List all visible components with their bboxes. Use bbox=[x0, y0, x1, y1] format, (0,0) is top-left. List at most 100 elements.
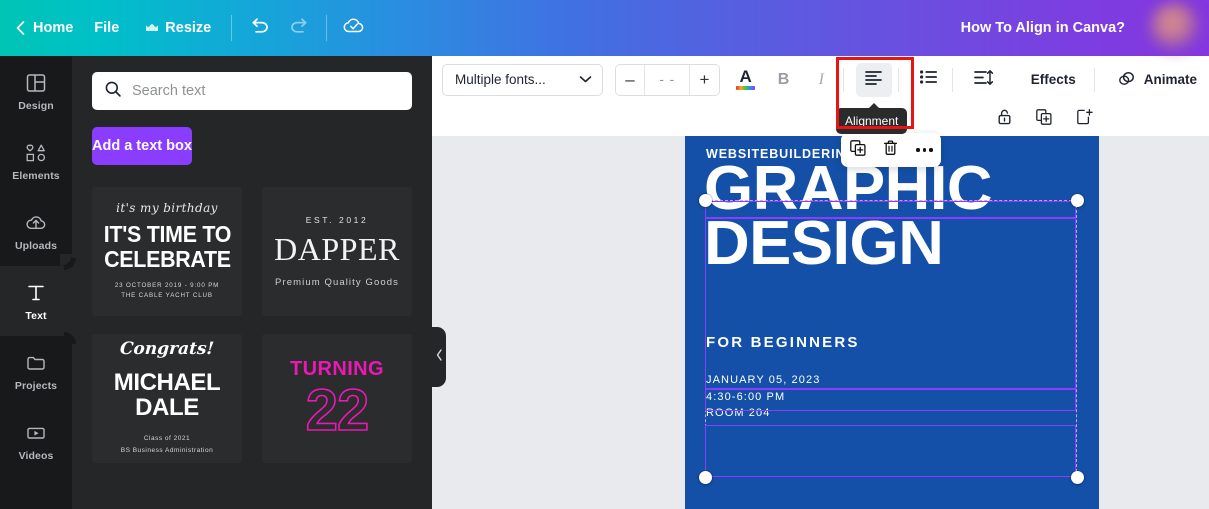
text-color-button[interactable]: A bbox=[730, 63, 762, 97]
video-play-icon bbox=[24, 421, 48, 445]
sidebar-label-design: Design bbox=[18, 100, 54, 112]
duplicate-icon bbox=[849, 139, 867, 162]
alignment-button[interactable] bbox=[856, 63, 892, 97]
font-size-decrease-button[interactable]: – bbox=[616, 65, 645, 95]
template-birthday-celebrate[interactable]: it's my birthday IT'S TIME TO CELEBRATE … bbox=[92, 187, 242, 316]
app-header: Home File Resize bbox=[0, 0, 1209, 56]
poster-detail-date: JANUARY 05, 2023 bbox=[706, 372, 820, 389]
template-footer: Premium Quality Goods bbox=[275, 277, 399, 288]
avatar[interactable] bbox=[1149, 2, 1201, 54]
template-turning-22[interactable]: TURNING 22 bbox=[262, 334, 412, 463]
more-dots-icon bbox=[916, 148, 933, 152]
duplicate-button[interactable] bbox=[845, 137, 871, 163]
folder-icon bbox=[25, 351, 48, 375]
delete-button[interactable] bbox=[878, 137, 904, 163]
poster-design[interactable]: WEBSITEBUILDERINSIDER GRAPHICDESIGN FOR … bbox=[685, 136, 1099, 509]
resize-label: Resize bbox=[165, 20, 211, 36]
resize-handle-top-right[interactable] bbox=[1071, 194, 1084, 207]
shapes-icon bbox=[24, 141, 48, 165]
poster-headline[interactable]: GRAPHICDESIGN bbox=[704, 162, 992, 271]
file-label: File bbox=[94, 20, 119, 36]
cloud-saved-button[interactable] bbox=[334, 10, 374, 46]
italic-button[interactable]: I bbox=[805, 63, 837, 97]
font-family-select[interactable]: Multiple fonts... bbox=[442, 64, 603, 96]
poster-headline-line2: DESIGN bbox=[704, 209, 943, 278]
left-rail: Design Elements Uploads Text Projects bbox=[0, 56, 72, 509]
font-family-value: Multiple fonts... bbox=[455, 72, 546, 87]
search-icon bbox=[104, 80, 122, 103]
font-size-input[interactable] bbox=[644, 65, 690, 95]
template-headline: IT'S TIME TO CELEBRATE bbox=[103, 222, 230, 272]
more-options-button[interactable] bbox=[911, 137, 937, 163]
add-text-box-button[interactable]: Add a text box bbox=[92, 127, 192, 165]
layout-grid-icon bbox=[25, 71, 47, 95]
header-right-group: How To Align in Canva? bbox=[947, 0, 1209, 56]
sidebar-item-elements[interactable]: Elements bbox=[0, 126, 72, 196]
panel-collapse-handle[interactable] bbox=[432, 327, 446, 387]
poster-subheading[interactable]: FOR BEGINNERS bbox=[706, 334, 860, 351]
chevron-left-icon bbox=[436, 348, 443, 366]
template-headline: MICHAEL DALE bbox=[114, 371, 221, 420]
position-button[interactable] bbox=[1071, 107, 1097, 133]
animate-circles-icon bbox=[1117, 69, 1137, 90]
sidebar-label-text: Text bbox=[25, 310, 46, 322]
search-input[interactable] bbox=[132, 72, 400, 110]
effects-button[interactable]: Effects bbox=[1019, 63, 1088, 97]
poster-detail-room: ROOM 204 bbox=[706, 405, 820, 422]
duplicate-icon bbox=[1035, 108, 1053, 131]
text-toolbar: Multiple fonts... – + A B I bbox=[432, 56, 1209, 103]
lock-icon bbox=[996, 108, 1013, 131]
animate-label: Animate bbox=[1144, 72, 1197, 87]
position-icon bbox=[1075, 108, 1093, 131]
canva-editor-window: Home File Resize bbox=[0, 0, 1209, 509]
template-number: 22 bbox=[306, 383, 369, 438]
sidebar-item-design[interactable]: Design bbox=[0, 56, 72, 126]
chevron-left-icon bbox=[14, 20, 27, 36]
template-footer: 23 OCTOBER 2019 - 9:00 PM THE CABLE YACH… bbox=[115, 281, 219, 302]
template-footer: Class of 2021 BS Business Administration bbox=[121, 433, 213, 458]
poster-detail-time: 4:30-6:00 PM bbox=[706, 389, 820, 406]
header-divider-2 bbox=[326, 15, 327, 41]
template-script-text: Congrats! bbox=[119, 339, 214, 359]
search-field-wrapper[interactable] bbox=[92, 72, 412, 110]
text-template-grid: it's my birthday IT'S TIME TO CELEBRATE … bbox=[92, 187, 412, 463]
cloud-upload-icon bbox=[24, 211, 48, 235]
header-left-group: Home File Resize bbox=[0, 0, 374, 56]
sidebar-item-text[interactable]: Text bbox=[0, 266, 72, 336]
home-button[interactable]: Home bbox=[0, 10, 81, 46]
list-button[interactable] bbox=[911, 63, 947, 97]
spacing-button[interactable] bbox=[965, 63, 1001, 97]
color-gradient-bar bbox=[736, 86, 755, 90]
template-dapper[interactable]: EST. 2012 DAPPER Premium Quality Goods bbox=[262, 187, 412, 316]
sidebar-label-projects: Projects bbox=[15, 380, 57, 392]
sidebar-label-videos: Videos bbox=[19, 450, 54, 462]
redo-arrow-icon bbox=[289, 16, 310, 40]
resize-button[interactable]: Resize bbox=[132, 10, 224, 46]
sidebar-item-videos[interactable]: Videos bbox=[0, 406, 72, 476]
animate-button[interactable]: Animate bbox=[1105, 63, 1209, 97]
sidebar-item-projects[interactable]: Projects bbox=[0, 336, 72, 406]
resize-handle-top-left[interactable] bbox=[699, 194, 712, 207]
toolbar-divider-2 bbox=[898, 68, 899, 92]
file-menu-button[interactable]: File bbox=[81, 10, 132, 46]
resize-handle-bottom-right[interactable] bbox=[1071, 471, 1084, 484]
chevron-down-icon bbox=[579, 72, 592, 87]
poster-details[interactable]: JANUARY 05, 2023 4:30-6:00 PM ROOM 204 bbox=[706, 372, 820, 422]
home-label: Home bbox=[33, 20, 73, 36]
text-panel: Add a text box it's my birthday IT'S TIM… bbox=[72, 56, 432, 509]
redo-button[interactable] bbox=[279, 10, 319, 46]
lock-button[interactable] bbox=[991, 107, 1017, 133]
duplicate-button[interactable] bbox=[1031, 107, 1057, 133]
object-toolbar bbox=[432, 103, 1209, 136]
template-graduation-congrats[interactable]: Congrats! MICHAEL DALE Class of 2021 BS … bbox=[92, 334, 242, 463]
bold-button[interactable]: B bbox=[768, 63, 800, 97]
bold-icon: B bbox=[778, 71, 790, 89]
sidebar-label-uploads: Uploads bbox=[15, 240, 57, 252]
resize-handle-bottom-left[interactable] bbox=[699, 471, 712, 484]
document-title[interactable]: How To Align in Canva? bbox=[947, 20, 1139, 36]
text-align-left-icon bbox=[864, 69, 883, 90]
canvas-area[interactable]: WEBSITEBUILDERINSIDER GRAPHICDESIGN FOR … bbox=[432, 103, 1209, 509]
font-size-increase-button[interactable]: + bbox=[690, 65, 719, 95]
alignment-tooltip: Alignment bbox=[836, 108, 907, 134]
undo-button[interactable] bbox=[239, 10, 279, 46]
